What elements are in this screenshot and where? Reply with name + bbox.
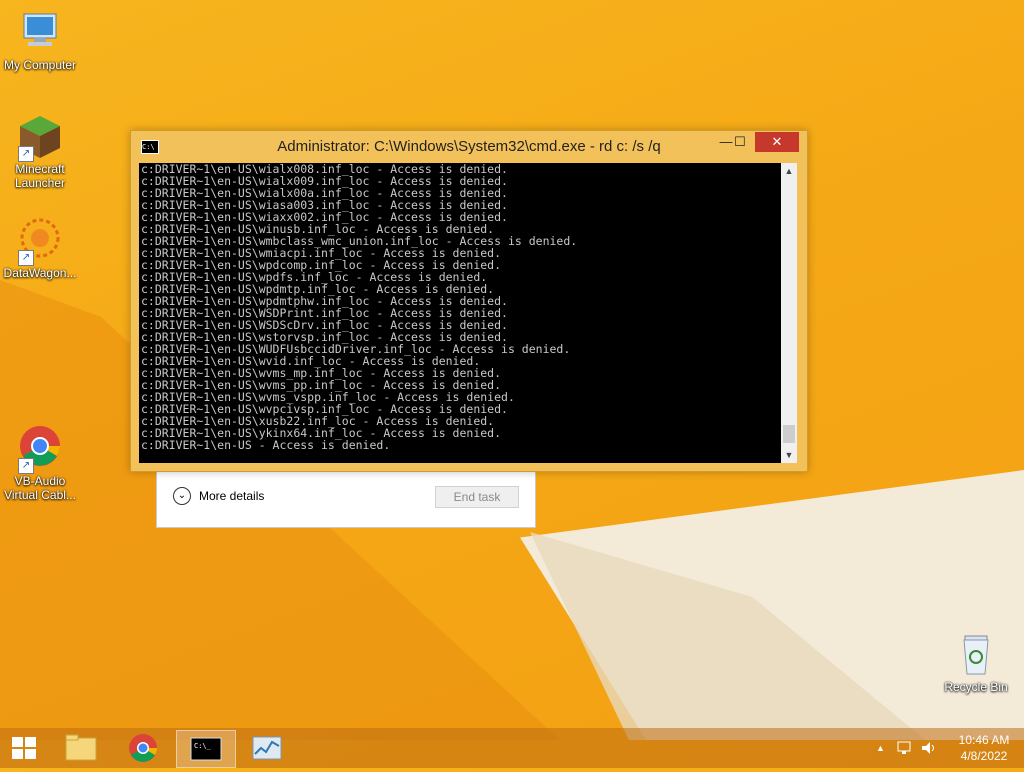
taskbar-cmd[interactable]: C:\_ [176, 730, 236, 768]
desktop-icon-datawagon[interactable]: ↗ DataWagon... [0, 216, 80, 280]
folder-icon [65, 734, 97, 761]
cmd-titlebar[interactable]: C:\ Administrator: C:\Windows\System32\c… [131, 131, 807, 163]
datawagon-icon: ↗ [16, 216, 64, 266]
desktop-icon-label: Minecraft Launcher [14, 162, 66, 190]
shortcut-arrow-icon: ↗ [18, 458, 34, 474]
close-button[interactable]: ✕ [755, 132, 799, 152]
computer-icon [16, 8, 64, 56]
desktop-icon-recycle-bin[interactable]: Recycle Bin [936, 630, 1016, 694]
recycle-bin-icon [952, 630, 1000, 678]
console-output[interactable]: c:DRIVER~1\en-US\wialx008.inf_loc - Acce… [139, 163, 781, 463]
cmd-window: C:\ Administrator: C:\Windows\System32\c… [130, 130, 808, 472]
start-button[interactable] [0, 728, 48, 768]
svg-text:C:\_: C:\_ [194, 742, 212, 750]
taskbar-task-manager[interactable] [238, 730, 296, 766]
taskbar-clock[interactable]: 10:46 AM 4/8/2022 [952, 732, 1016, 764]
network-icon[interactable] [896, 740, 914, 759]
more-details-button[interactable]: ⌄ More details [173, 487, 264, 505]
maximize-button[interactable]: ☐ [725, 132, 755, 152]
taskbar-file-explorer[interactable] [52, 730, 110, 766]
desktop-icon-label: Recycle Bin [944, 680, 1008, 694]
scroll-down-icon[interactable]: ▼ [781, 447, 797, 463]
task-manager-window: ⌄ More details End task [156, 470, 536, 528]
scroll-up-icon[interactable]: ▲ [781, 163, 797, 179]
window-title: Administrator: C:\Windows\System32\cmd.e… [277, 138, 661, 155]
desktop-icon-label: VB-Audio Virtual Cabl... [4, 474, 76, 502]
console-line: c:DRIVER~1\en-US - Access is denied. [141, 438, 391, 452]
windows-logo-icon [12, 737, 36, 759]
volume-icon[interactable] [920, 740, 938, 759]
more-details-label: More details [199, 489, 265, 503]
scroll-thumb[interactable] [783, 425, 795, 443]
vertical-scrollbar[interactable]: ▲ ▼ [781, 163, 797, 463]
cmd-icon: C:\_ [190, 737, 222, 761]
minecraft-icon: ↗ [16, 112, 64, 162]
clock-date: 4/8/2022 [960, 749, 1008, 763]
task-manager-icon [252, 736, 282, 760]
desktop-icon-my-computer[interactable]: My Computer [0, 8, 80, 72]
end-task-button[interactable]: End task [435, 486, 519, 508]
taskbar: C:\_ ▲ 10:46 AM 4/8/2022 [0, 728, 1024, 768]
chrome-icon: ↗ [16, 424, 64, 474]
desktop-icon-vb-audio[interactable]: ↗ VB-Audio Virtual Cabl... [0, 424, 80, 502]
show-hidden-icons-icon[interactable]: ▲ [876, 743, 885, 753]
desktop-icon-label: My Computer [3, 58, 77, 72]
clock-time: 10:46 AM [958, 733, 1010, 747]
desktop-icon-label: DataWagon... [3, 266, 77, 280]
shortcut-arrow-icon: ↗ [18, 250, 34, 266]
chevron-down-icon: ⌄ [173, 487, 191, 505]
shortcut-arrow-icon: ↗ [18, 146, 34, 162]
taskbar-chrome[interactable] [114, 730, 172, 766]
chrome-icon [129, 734, 157, 762]
desktop-icon-minecraft-launcher[interactable]: ↗ Minecraft Launcher [0, 112, 80, 190]
